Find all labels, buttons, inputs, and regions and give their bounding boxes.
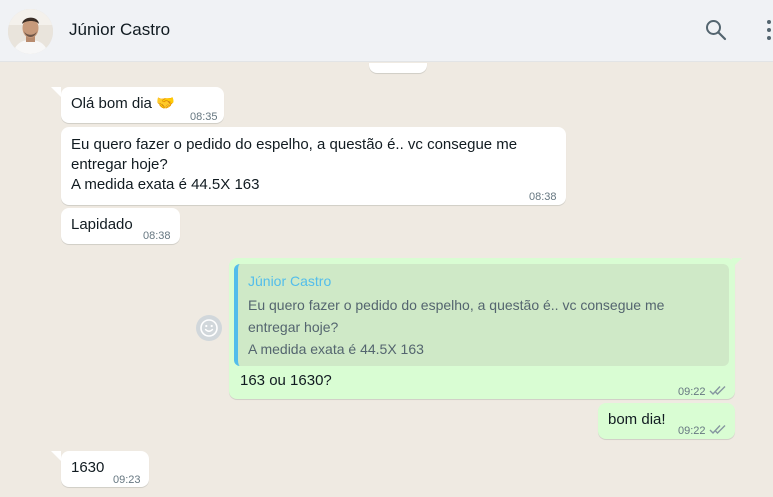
- message-text: 1630: [71, 459, 105, 476]
- chat-header: Júnior Castro: [0, 0, 773, 62]
- incoming-message[interactable]: 1630 09:23: [61, 451, 149, 487]
- read-ticks-icon: [709, 421, 727, 441]
- message-text: Olá bom dia 🤝: [71, 95, 175, 112]
- read-ticks-icon: [709, 382, 727, 402]
- bubble-tail: [51, 87, 61, 97]
- message-time: 08:38: [529, 191, 557, 203]
- contact-avatar[interactable]: [8, 9, 53, 54]
- contact-name[interactable]: Júnior Castro: [69, 20, 170, 40]
- search-icon[interactable]: [704, 18, 728, 47]
- date-separator-partial: [369, 63, 427, 73]
- message-text: bom dia!: [608, 411, 666, 428]
- message-text: 163 ou 1630?: [240, 372, 332, 389]
- outgoing-message[interactable]: bom dia! 09:22: [598, 403, 735, 439]
- message-text: Lapidado: [71, 216, 133, 233]
- incoming-message[interactable]: Lapidado 08:38: [61, 208, 180, 244]
- incoming-message[interactable]: Eu quero fazer o pedido do espelho, a qu…: [61, 127, 566, 205]
- message-time: 09:22: [678, 425, 706, 437]
- menu-icon[interactable]: [764, 18, 773, 47]
- message-text: Eu quero fazer o pedido do espelho, a qu…: [71, 136, 518, 193]
- message-time: 09:23: [113, 474, 141, 486]
- reaction-button[interactable]: [196, 315, 222, 341]
- quoted-author: Júnior Castro: [248, 273, 332, 289]
- message-list[interactable]: Olá bom dia 🤝 08:35 Eu quero fazer o ped…: [0, 63, 773, 497]
- message-time: 09:22: [678, 386, 706, 398]
- quoted-message[interactable]: Júnior Castro Eu quero fazer o pedido do…: [234, 264, 729, 366]
- message-time: 08:38: [143, 230, 171, 242]
- bubble-tail: [51, 451, 61, 461]
- message-time: 08:35: [190, 111, 218, 123]
- smiley-icon: [200, 319, 218, 337]
- avatar-image: [8, 9, 53, 54]
- quoted-text: Eu quero fazer o pedido do espelho, a qu…: [248, 297, 665, 357]
- incoming-message[interactable]: Olá bom dia 🤝 08:35: [61, 87, 224, 123]
- outgoing-message[interactable]: Júnior Castro Eu quero fazer o pedido do…: [229, 258, 735, 399]
